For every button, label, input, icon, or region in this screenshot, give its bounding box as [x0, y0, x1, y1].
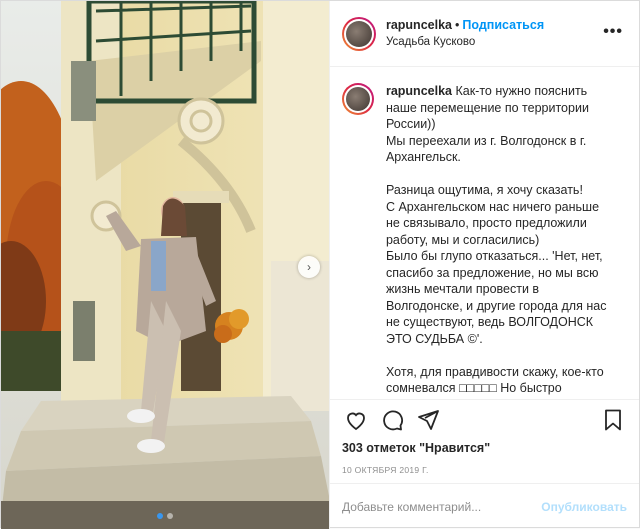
more-options-icon[interactable]: •••: [603, 23, 623, 41]
caption-text: Как-то нужно пояснить наше перемещение п…: [385, 84, 607, 399]
carousel-indicator: [1, 513, 329, 519]
carousel-next-button[interactable]: ›: [298, 256, 320, 278]
follow-button[interactable]: Подписаться: [462, 18, 544, 32]
carousel-dot: [166, 513, 173, 519]
caption: rapuncelka Как-то нужно пояснить наше пе…: [386, 83, 614, 399]
publish-button[interactable]: Опубликовать: [541, 500, 627, 514]
instagram-post: › rapuncelka • Подписаться Усадьба Кусково…: [0, 0, 640, 529]
bookmark-icon[interactable]: [599, 406, 627, 434]
comment-input[interactable]: [341, 499, 542, 514]
chevron-right-icon: ›: [307, 260, 311, 274]
comment-icon[interactable]: [378, 406, 406, 434]
avatar[interactable]: [341, 83, 374, 115]
username-link[interactable]: rapuncelka: [386, 18, 452, 32]
avatar-image: [345, 20, 372, 47]
post-header: rapuncelka • Подписаться Усадьба Кусково •…: [329, 1, 639, 67]
avatar-image: [345, 87, 370, 111]
caption-area: rapuncelka Как-то нужно пояснить наше пе…: [330, 67, 639, 399]
heart-icon[interactable]: [342, 406, 370, 434]
location-link[interactable]: Усадьба Кусково: [386, 34, 544, 51]
share-icon[interactable]: [414, 406, 442, 434]
post-sidebar: rapuncelka • Подписаться Усадьба Кусково •…: [328, 1, 639, 529]
post-date[interactable]: 10 ОКТЯБРЯ 2019 Г.: [330, 459, 639, 483]
photo-illustration: [1, 1, 329, 529]
avatar[interactable]: [341, 16, 376, 51]
likes-count[interactable]: 303 отметок "Нравится": [330, 439, 639, 459]
comment-form: Опубликовать: [329, 483, 639, 529]
post-photo[interactable]: ›: [1, 1, 329, 529]
carousel-dot: [156, 513, 163, 519]
action-bar: [329, 399, 639, 439]
separator-dot: •: [454, 17, 460, 32]
caption-username-link[interactable]: rapuncelka: [386, 84, 452, 98]
